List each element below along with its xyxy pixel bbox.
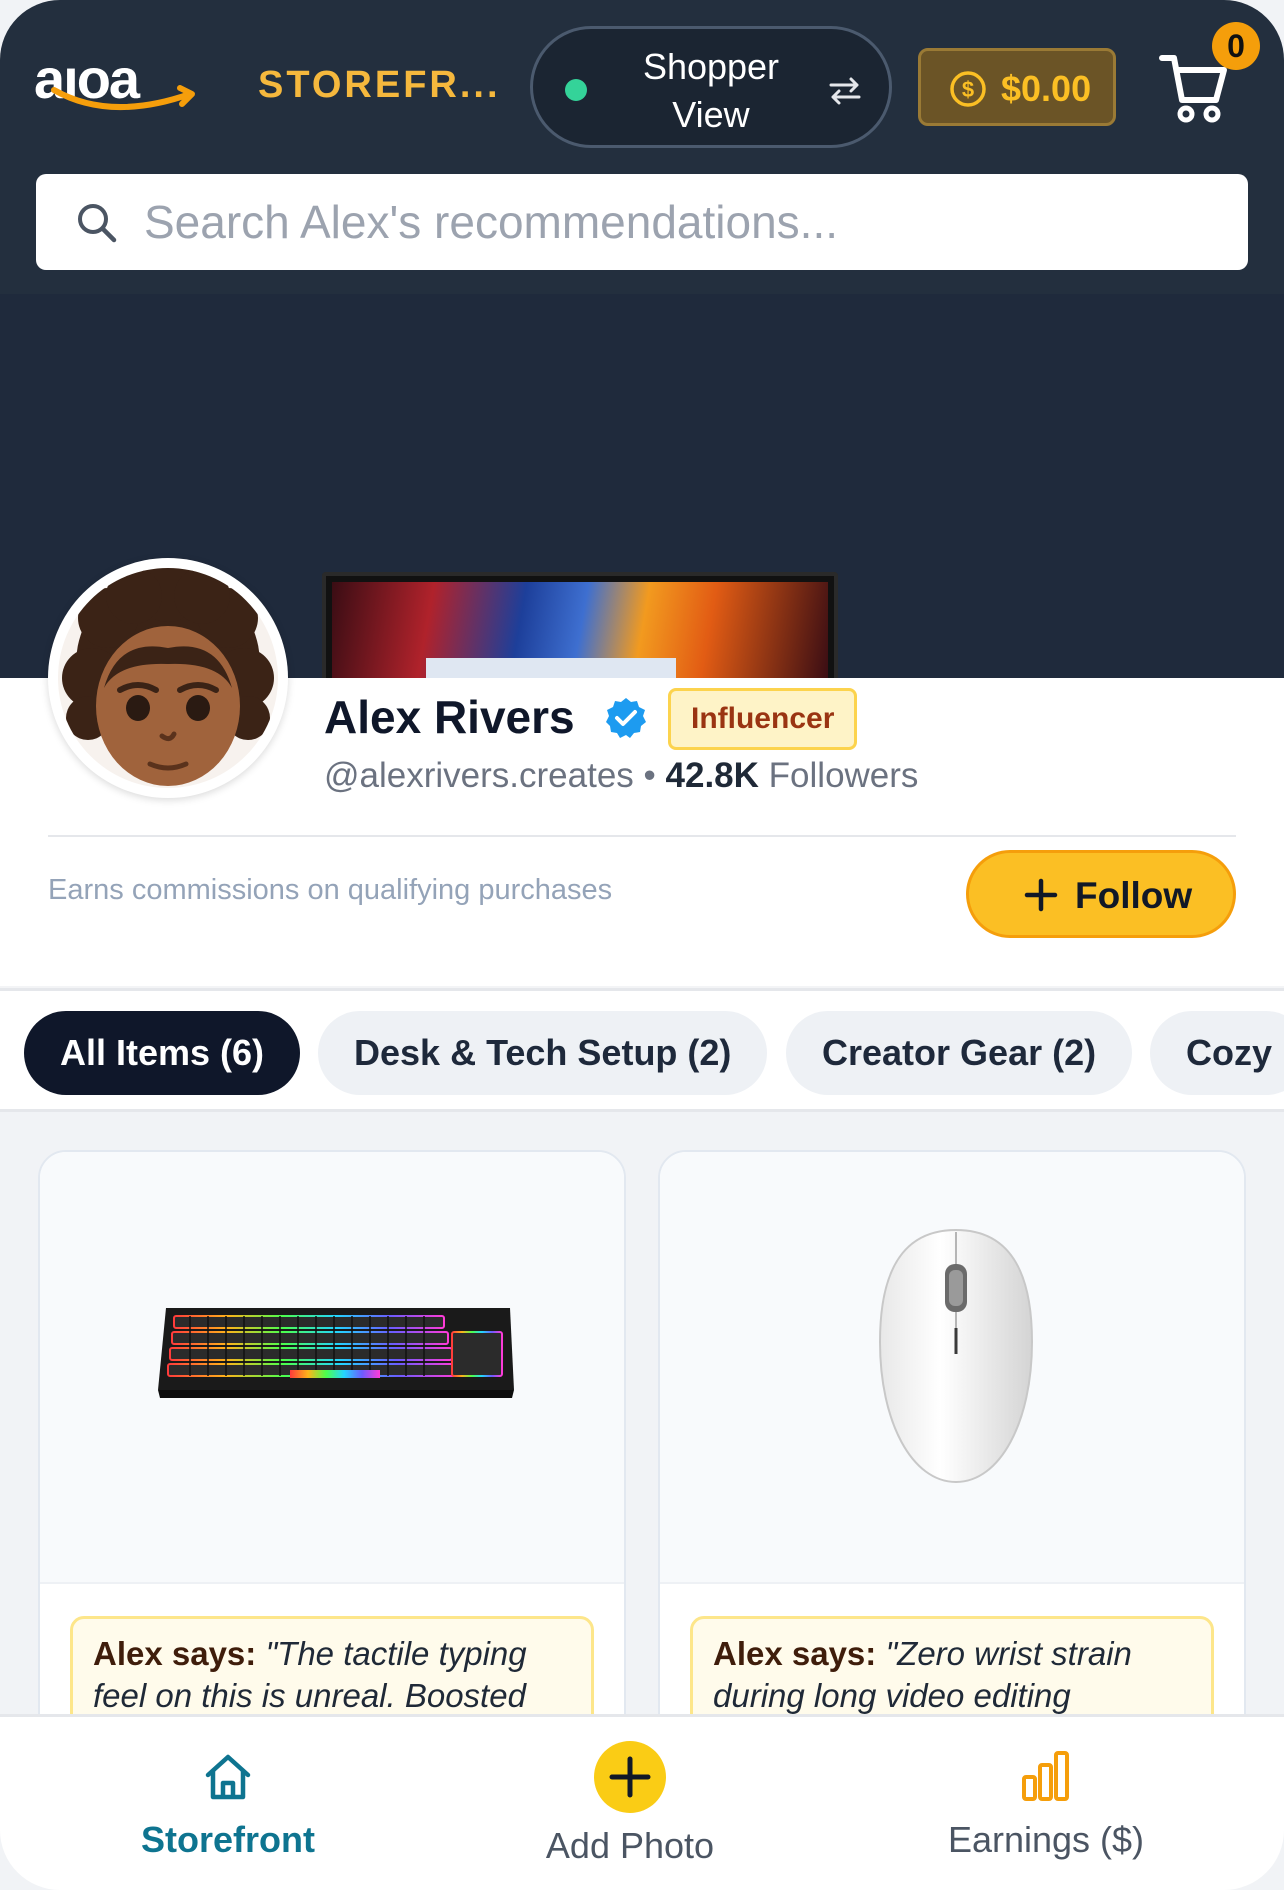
dollar-coin-icon: $	[950, 71, 986, 107]
mouse-image	[878, 1228, 1034, 1484]
logo[interactable]: aıoa	[34, 47, 195, 124]
status-dot	[565, 79, 587, 101]
plus-icon	[609, 1756, 651, 1798]
quote-author: Alex says:	[93, 1635, 257, 1672]
nav-add-photo-label: Add Photo	[545, 1825, 715, 1866]
nav-earnings-label: Earnings ($)	[947, 1819, 1145, 1860]
separator-dot: •	[643, 756, 656, 795]
profile-name: Alex Rivers	[324, 691, 575, 743]
search-bar[interactable]	[36, 174, 1248, 270]
profile-handle: @alexrivers.creates	[324, 756, 634, 795]
nav-earnings[interactable]: Earnings ($)	[906, 1717, 1186, 1890]
tab-creator-gear[interactable]: Creator Gear (2)	[786, 1011, 1133, 1095]
shopper-view-toggle[interactable]: Shopper View	[530, 26, 892, 148]
monitor-image	[322, 572, 838, 682]
product-grid: Alex says: "The tactile typing feel on t…	[0, 1112, 1284, 1790]
view-toggle-label: Shopper View	[642, 46, 780, 135]
smile-arrow-icon	[51, 85, 195, 111]
profile-handle-line: @alexrivers.creates • 42.8K Followers	[324, 756, 918, 796]
home-icon	[205, 1754, 251, 1800]
product-card[interactable]: Alex says: "Zero wrist strain during lon…	[658, 1150, 1246, 1790]
swap-arrows-icon	[829, 77, 861, 105]
balance-button[interactable]: $ $0.00	[918, 48, 1116, 126]
app-frame: aıoa STOREFR... Shopper View $ $0.00 0 S…	[0, 0, 1284, 1890]
avatar-face-image	[62, 568, 274, 786]
svg-text:$: $	[962, 77, 974, 102]
product-card[interactable]: Alex says: "The tactile typing feel on t…	[38, 1150, 626, 1790]
top-bar: aıoa STOREFR... Shopper View $ $0.00 0 S…	[0, 0, 1284, 294]
search-input[interactable]	[144, 174, 1224, 270]
keyboard-image	[158, 1308, 514, 1398]
bottom-nav: Storefront Add Photo Earnings ($)	[0, 1714, 1284, 1890]
quote-author: Alex says:	[713, 1635, 877, 1672]
search-icon	[78, 204, 117, 243]
storefront-brand-label: STOREFR...	[258, 64, 501, 106]
cart-count-badge: 0	[1212, 22, 1260, 70]
add-photo-button[interactable]	[594, 1741, 666, 1813]
category-tabs: All Items (6) Desk & Tech Setup (2) Crea…	[0, 988, 1284, 1112]
commission-note: Earns commissions on qualifying purchase…	[48, 874, 613, 906]
tab-desk-tech-setup[interactable]: Desk & Tech Setup (2)	[318, 1011, 768, 1095]
tab-all-items[interactable]: All Items (6)	[24, 1011, 301, 1095]
nav-storefront-label: Storefront	[141, 1819, 315, 1860]
follow-button[interactable]: Follow	[966, 850, 1236, 938]
followers-label: Followers	[768, 756, 919, 795]
nav-add-photo[interactable]: Add Photo	[510, 1717, 750, 1890]
product-image	[660, 1152, 1244, 1584]
verified-check-icon	[606, 698, 646, 738]
divider	[48, 835, 1236, 837]
avatar[interactable]	[48, 558, 288, 798]
followers-count: 42.8K	[665, 756, 759, 795]
plus-icon	[1024, 878, 1058, 912]
bar-chart-icon	[1022, 1751, 1069, 1801]
influencer-badge: Influencer	[668, 688, 858, 750]
nav-storefront[interactable]: Storefront	[108, 1717, 348, 1890]
balance-amount: $0.00	[1001, 68, 1092, 109]
follow-label: Follow	[1075, 875, 1193, 916]
tab-cozy[interactable]: Cozy	[1150, 1011, 1284, 1095]
product-image	[40, 1152, 624, 1584]
